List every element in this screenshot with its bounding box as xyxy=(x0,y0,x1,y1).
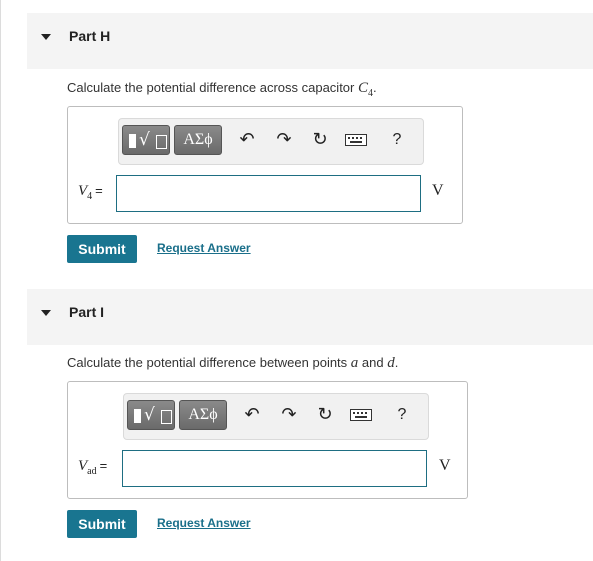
part-i-title: Part I xyxy=(69,304,105,320)
unit-label: V xyxy=(432,182,444,199)
caret-down-icon[interactable] xyxy=(41,34,51,40)
unit-label: V xyxy=(439,457,451,474)
question-text: Calculate the potential difference acros… xyxy=(67,80,358,95)
templates-button[interactable]: √ xyxy=(127,400,175,430)
greek-symbols-button[interactable]: ΑΣϕ xyxy=(179,400,227,430)
request-answer-link[interactable]: Request Answer xyxy=(157,241,251,255)
math-toolbar: √ ΑΣϕ ↶ ↷ ↻ ? xyxy=(123,393,429,440)
answer-input[interactable] xyxy=(122,450,427,487)
part-i-question: Calculate the potential difference betwe… xyxy=(67,355,399,371)
templates-button[interactable]: √ xyxy=(122,125,170,155)
capacitor-symbol: C4 xyxy=(357,80,373,99)
request-answer-link[interactable]: Request Answer xyxy=(157,516,251,530)
part-h-header[interactable]: Part H xyxy=(27,13,593,69)
keyboard-icon[interactable] xyxy=(349,402,373,428)
help-icon[interactable]: ? xyxy=(385,127,409,153)
part-i-header[interactable]: Part I xyxy=(27,289,593,345)
point-d-symbol: d xyxy=(387,355,395,371)
part-h-question: Calculate the potential difference acros… xyxy=(67,80,377,99)
help-icon[interactable]: ? xyxy=(390,402,414,428)
submit-button[interactable]: Submit xyxy=(67,510,137,538)
caret-down-icon[interactable] xyxy=(41,310,51,316)
math-toolbar: √ ΑΣϕ ↶ ↷ ↻ ? xyxy=(118,118,424,165)
undo-icon[interactable]: ↶ xyxy=(235,127,259,153)
answer-input[interactable] xyxy=(116,175,421,212)
redo-icon[interactable]: ↷ xyxy=(277,402,301,428)
keyboard-icon[interactable] xyxy=(344,127,368,153)
part-h-title: Part H xyxy=(69,28,111,44)
variable-label: Vad = xyxy=(78,458,108,477)
reset-icon[interactable]: ↻ xyxy=(308,127,332,153)
reset-icon[interactable]: ↻ xyxy=(313,402,337,428)
left-border xyxy=(0,0,1,561)
redo-icon[interactable]: ↷ xyxy=(272,127,296,153)
undo-icon[interactable]: ↶ xyxy=(240,402,264,428)
variable-label: V4 = xyxy=(78,183,103,202)
part-h-answer-box: √ ΑΣϕ ↶ ↷ ↻ ? V4 = V xyxy=(67,106,463,224)
submit-button[interactable]: Submit xyxy=(67,235,137,263)
part-i-answer-box: √ ΑΣϕ ↶ ↷ ↻ ? Vad = V xyxy=(67,381,468,499)
greek-symbols-button[interactable]: ΑΣϕ xyxy=(174,125,222,155)
